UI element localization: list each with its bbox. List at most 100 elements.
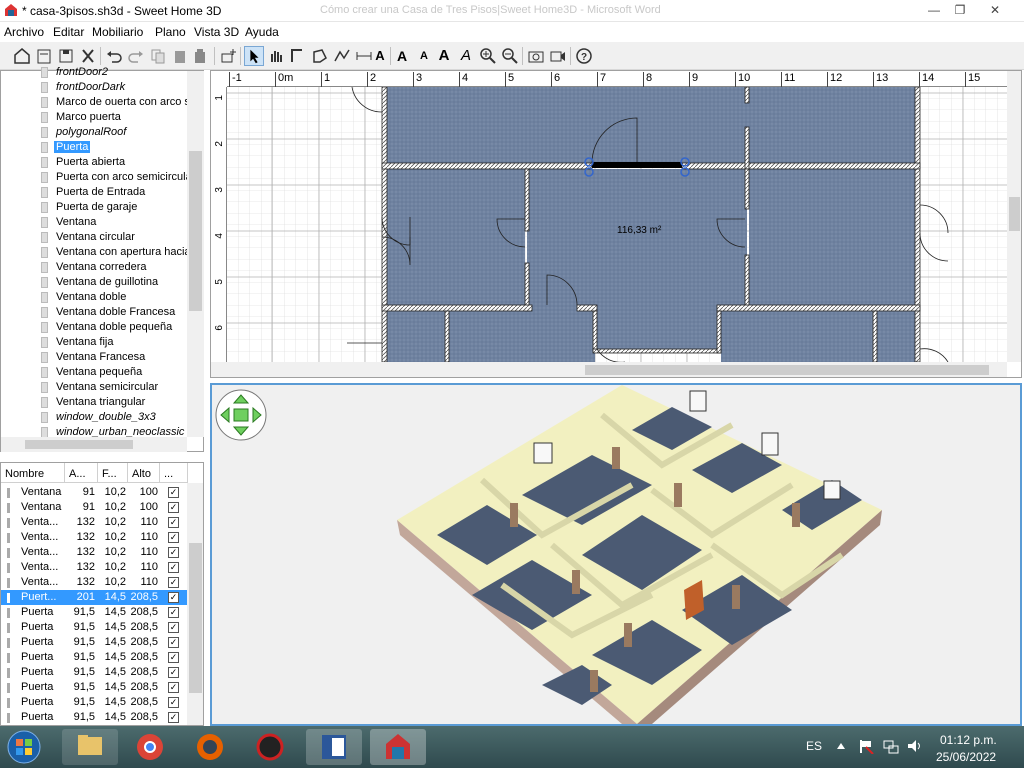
file-explorer-task[interactable] [62, 729, 118, 765]
start-button-icon[interactable] [4, 728, 44, 766]
app-task-red[interactable] [242, 729, 298, 765]
furniture-list-scroll-thumb[interactable] [189, 543, 202, 693]
furniture-list-table[interactable]: Nombre A... F... Alto ... Ventana 91 10,2 1… [0, 462, 204, 726]
catalog-item[interactable]: Ventana doble [1, 290, 187, 305]
furniture-row[interactable]: Venta... 132 10,2 110 ✓ [1, 545, 187, 560]
plan-canvas[interactable]: 116,33 m² [227, 87, 1007, 362]
catalog-item[interactable]: Ventana fija [1, 335, 187, 350]
action-center-flag-icon[interactable] [858, 738, 874, 754]
catalog-item[interactable]: Ventana triangular [1, 395, 187, 410]
furniture-row[interactable]: Venta... 132 10,2 110 ✓ [1, 575, 187, 590]
furniture-row[interactable]: Puerta 91,5 14,5 208,5 ✓ [1, 695, 187, 710]
chrome-task[interactable] [122, 729, 178, 765]
visible-checkbox[interactable]: ✓ [168, 502, 179, 513]
furniture-row[interactable]: Ventana 91 10,2 100 ✓ [1, 485, 187, 500]
visible-checkbox[interactable]: ✓ [168, 517, 179, 528]
copy-icon[interactable] [148, 46, 168, 66]
menu-vista-3d[interactable]: Vista 3D [194, 25, 239, 39]
catalog-item[interactable]: polygonalRoof [1, 125, 187, 140]
create-walls-icon[interactable] [288, 46, 308, 66]
catalog-item[interactable]: Ventana Francesa [1, 350, 187, 365]
catalog-item[interactable]: Ventana [1, 215, 187, 230]
navigation-arrows-icon[interactable] [215, 389, 267, 441]
zoom-in-icon[interactable] [478, 46, 498, 66]
firefox-task[interactable] [182, 729, 238, 765]
paste-icon[interactable] [170, 46, 190, 66]
help-icon[interactable]: ? [574, 46, 594, 66]
clock-date[interactable]: 25/06/2022 [936, 750, 996, 764]
create-video-icon[interactable] [548, 46, 568, 66]
catalog-item[interactable]: Puerta de garaje [1, 200, 187, 215]
sweet-home-3d-task[interactable] [370, 729, 426, 765]
furniture-row[interactable]: Puerta 91,5 14,5 208,5 ✓ [1, 665, 187, 680]
visible-checkbox[interactable]: ✓ [168, 682, 179, 693]
new-home-icon[interactable] [12, 46, 32, 66]
menu-archivo[interactable]: Archivo [4, 25, 44, 39]
menu-mobiliario[interactable]: Mobiliario [92, 25, 143, 39]
create-polylines-icon[interactable] [332, 46, 352, 66]
catalog-scroll-thumb[interactable] [189, 151, 202, 311]
furniture-row[interactable]: Puerta 91,5 14,5 208,5 ✓ [1, 680, 187, 695]
3d-view-canvas[interactable] [212, 385, 1020, 724]
furniture-row[interactable]: Venta... 132 10,2 110 ✓ [1, 530, 187, 545]
catalog-hscroll-thumb[interactable] [25, 440, 133, 449]
open-icon[interactable] [34, 46, 54, 66]
visible-checkbox[interactable]: ✓ [168, 547, 179, 558]
visible-checkbox[interactable]: ✓ [168, 487, 179, 498]
volume-icon[interactable] [906, 738, 924, 754]
catalog-item[interactable]: Marco puerta [1, 110, 187, 125]
visible-checkbox[interactable]: ✓ [168, 637, 179, 648]
catalog-item[interactable]: Puerta [1, 140, 187, 155]
visible-checkbox[interactable]: ✓ [168, 592, 179, 603]
column-header-nombre[interactable]: Nombre [1, 463, 65, 483]
furniture-catalog-tree[interactable]: frontDoor2 frontDoorDark Marco de ouerta c… [0, 66, 204, 452]
visible-checkbox[interactable]: ✓ [168, 697, 179, 708]
plan-horizontal-scrollbar[interactable] [211, 362, 1007, 377]
furniture-row[interactable]: Puerta 91,5 14,5 208,5 ✓ [1, 620, 187, 635]
menu-editar[interactable]: Editar [53, 25, 84, 39]
furniture-row[interactable]: Puerta 91,5 14,5 208,5 ✓ [1, 605, 187, 620]
catalog-item[interactable]: Marco de ouerta con arco s [1, 95, 187, 110]
create-rooms-icon[interactable] [310, 46, 330, 66]
catalog-item[interactable]: Puerta de Entrada [1, 185, 187, 200]
show-hidden-icons-icon[interactable] [836, 741, 846, 751]
undo-icon[interactable] [104, 46, 124, 66]
maximize-button[interactable]: ❐ [946, 0, 974, 20]
redo-icon[interactable] [126, 46, 146, 66]
3d-view[interactable] [210, 383, 1022, 726]
plan-hscroll-thumb[interactable] [585, 365, 989, 375]
zoom-out-icon[interactable] [500, 46, 520, 66]
save-icon[interactable] [56, 46, 76, 66]
visible-checkbox[interactable]: ✓ [168, 607, 179, 618]
catalog-item[interactable]: Ventana corredera [1, 260, 187, 275]
catalog-item[interactable]: Ventana doble pequeña [1, 320, 187, 335]
furniture-list-scrollbar[interactable] [187, 483, 203, 725]
create-photo-icon[interactable] [526, 46, 546, 66]
furniture-row[interactable]: Ventana 91 10,2 100 ✓ [1, 500, 187, 515]
furniture-row[interactable]: Puerta 91,5 14,5 208,5 ✓ [1, 710, 187, 725]
catalog-item[interactable]: Ventana semicircular [1, 380, 187, 395]
furniture-row[interactable]: Puert... 201 14,5 208,5 ✓ [1, 590, 187, 605]
catalog-item[interactable]: Ventana de guillotina [1, 275, 187, 290]
plan-view[interactable]: -1 0m 1 2 3 4 5 6 7 8 9 10 11 12 13 14 15 123456 [210, 70, 1022, 378]
catalog-item[interactable]: Puerta abierta [1, 155, 187, 170]
visible-checkbox[interactable]: ✓ [168, 667, 179, 678]
add-text-button[interactable]: A [370, 46, 390, 66]
catalog-item[interactable]: Puerta con arco semicircula [1, 170, 187, 185]
catalog-item[interactable]: window_double_3x3 [1, 410, 187, 425]
visible-checkbox[interactable]: ✓ [168, 532, 179, 543]
catalog-item[interactable]: frontDoorDark [1, 80, 187, 95]
column-header-ancho[interactable]: A... [65, 463, 98, 483]
clock-time[interactable]: 01:12 p.m. [940, 733, 997, 747]
visible-checkbox[interactable]: ✓ [168, 577, 179, 588]
pan-mode-icon[interactable] [266, 46, 286, 66]
decrease-text-size-button[interactable]: A [414, 46, 434, 66]
visible-checkbox[interactable]: ✓ [168, 652, 179, 663]
menu-plano[interactable]: Plano [155, 25, 186, 39]
language-indicator[interactable]: ES [806, 739, 822, 753]
furniture-row[interactable]: Puerta 91,5 14,5 208,5 ✓ [1, 650, 187, 665]
column-header-alto[interactable]: Alto [128, 463, 160, 483]
select-mode-icon[interactable] [244, 46, 264, 66]
catalog-horizontal-scrollbar[interactable] [1, 437, 187, 452]
word-task[interactable] [306, 729, 362, 765]
